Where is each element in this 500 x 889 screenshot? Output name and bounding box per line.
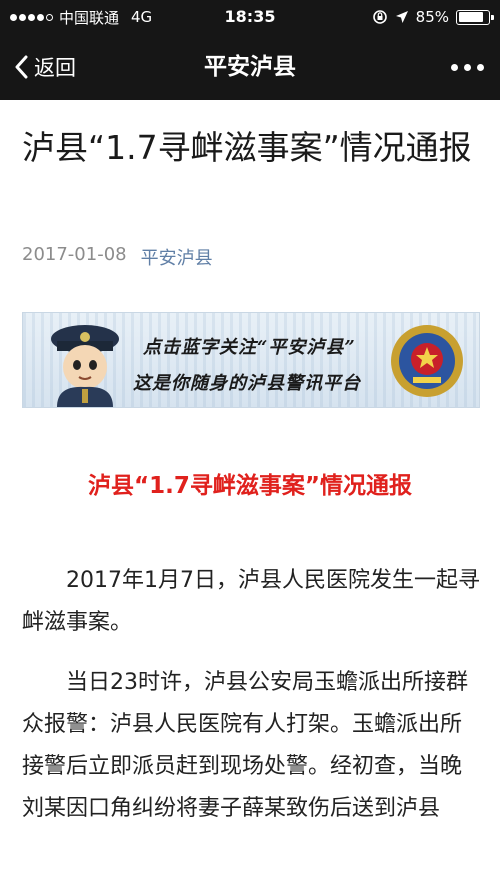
banner-line-2: 这是你随身的泸县警讯平台 xyxy=(133,373,361,394)
status-right: 85% xyxy=(372,0,494,34)
more-dots-icon[interactable] xyxy=(451,34,484,100)
network-type: 4G xyxy=(131,8,153,26)
police-emblem-icon xyxy=(391,325,463,397)
battery-percent: 85% xyxy=(415,8,449,26)
battery-fill xyxy=(458,12,484,22)
rotation-lock-icon xyxy=(372,10,387,24)
article-meta: 2017-01-08 平安泸县 xyxy=(22,244,213,270)
status-bar: 中国联通 4G 18:35 85% xyxy=(0,0,500,34)
location-arrow-icon xyxy=(395,11,408,23)
article-heading: 泸县“1.7寻衅滋事案”情况通报 xyxy=(88,473,412,499)
police-cartoon-icon xyxy=(51,325,119,407)
article-body: 2017年1月7日，泸县人民医院发生一起寻衅滋事案。 当日23时许，泸县公安局玉… xyxy=(22,560,482,848)
signal-icon xyxy=(10,13,53,21)
status-left: 中国联通 4G xyxy=(10,0,152,34)
nav-bar: 返回 平安泸县 xyxy=(0,34,500,100)
paragraph-1: 2017年1月7日，泸县人民医院发生一起寻衅滋事案。 xyxy=(22,568,480,635)
paragraph-2: 当日23时许，泸县公安局玉蟾派出所接群众报警：泸县人民医院有人打架。玉蟾派出所接… xyxy=(22,670,468,821)
carrier-name: 中国联通 xyxy=(59,8,120,27)
follow-banner[interactable]: 点击蓝字关注“平安泸县” 这是你随身的泸县警讯平台 xyxy=(22,312,480,408)
back-label: 返回 xyxy=(34,56,76,80)
account-link[interactable]: 平安泸县 xyxy=(141,244,213,270)
battery-icon xyxy=(456,9,494,25)
back-chevron-icon xyxy=(15,55,28,79)
article-date: 2017-01-08 xyxy=(22,244,127,265)
banner-line-1: 点击蓝字关注“平安泸县” xyxy=(143,337,356,358)
back-button[interactable]: 返回 xyxy=(14,34,76,100)
article-title: 泸县“1.7寻衅滋事案”情况通报 xyxy=(22,128,472,167)
